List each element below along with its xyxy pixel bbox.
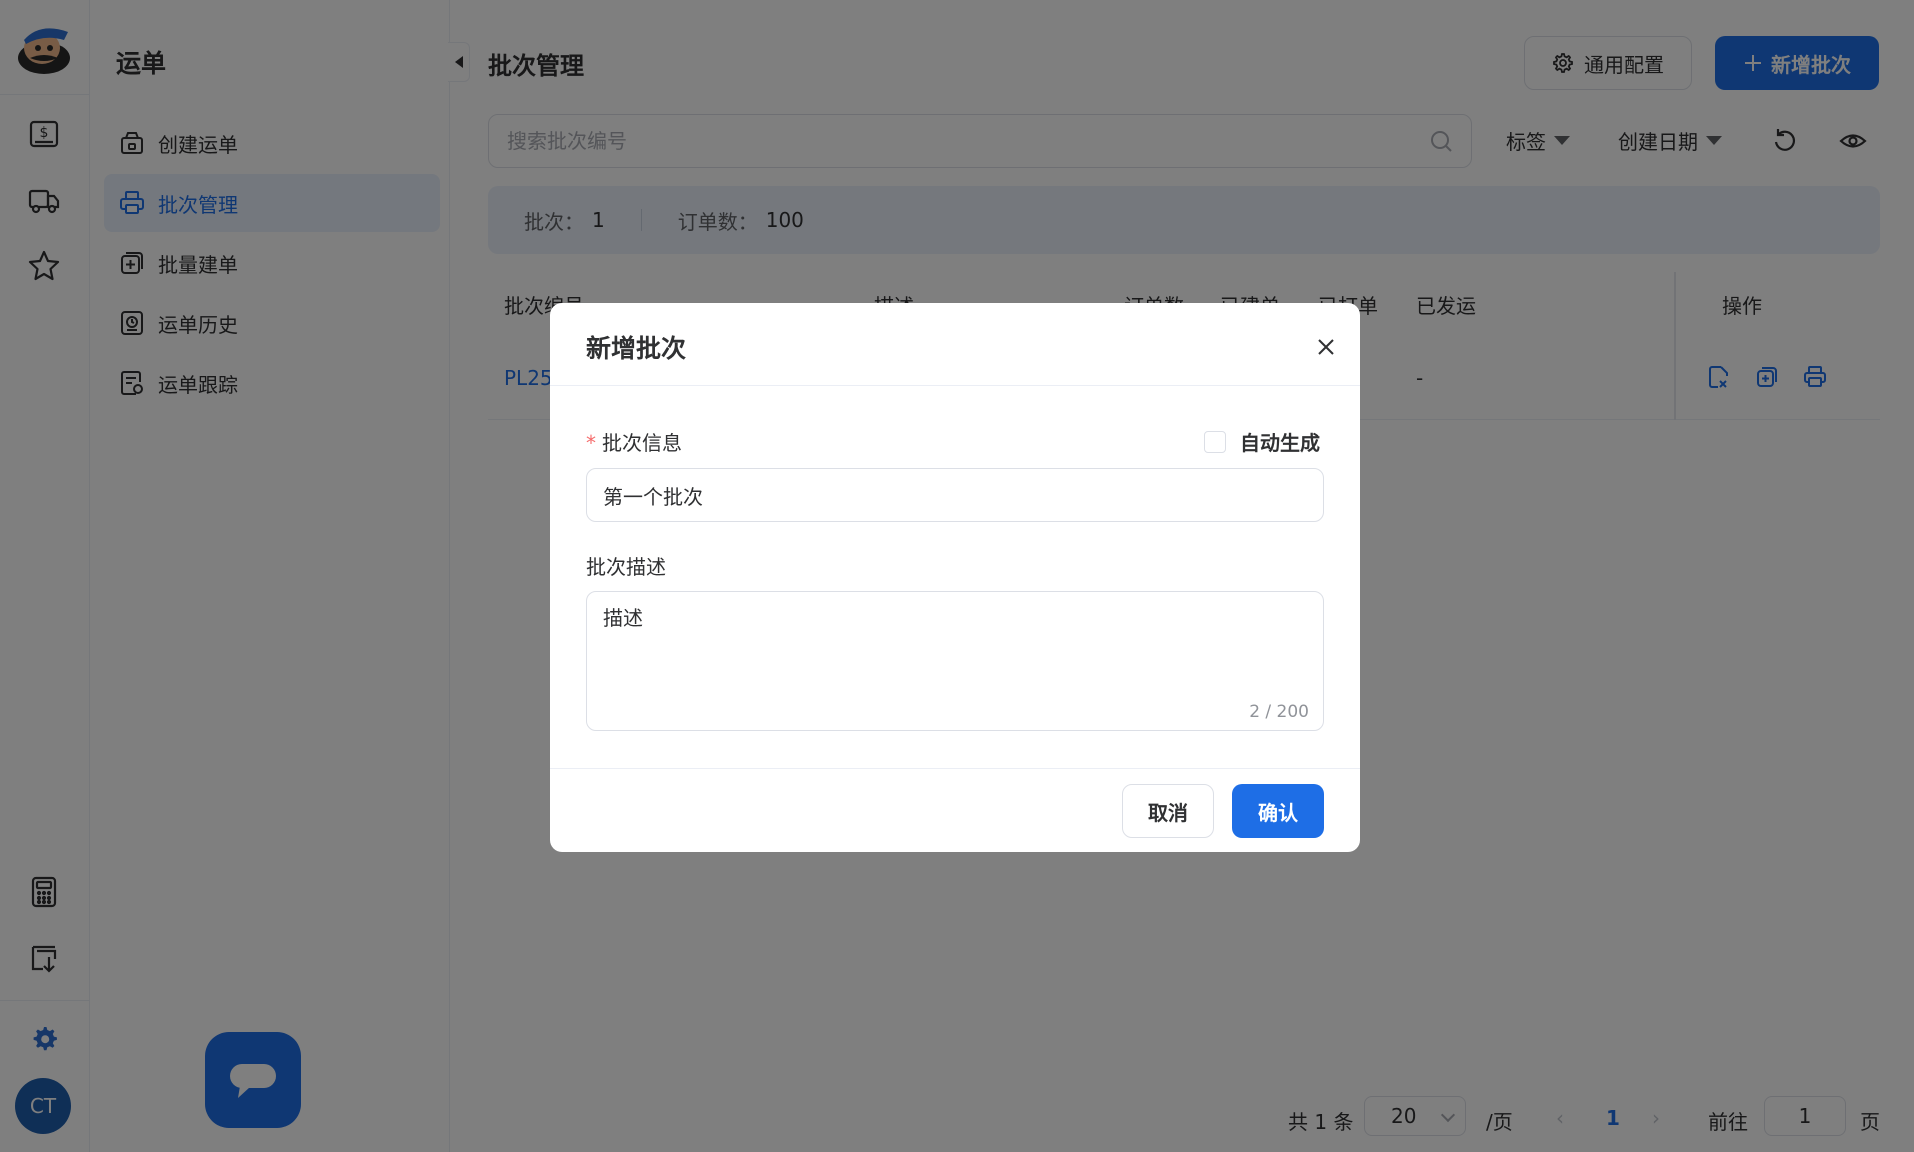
dialog-close-button[interactable] <box>1308 329 1344 365</box>
new-batch-dialog: 新增批次 * 批次信息 自动生成 第一个批次 批次描述 描述 2 / 200 取消… <box>550 303 1360 852</box>
required-mark: * <box>586 431 596 455</box>
dialog-title: 新增批次 <box>586 334 687 363</box>
batch-info-input[interactable]: 第一个批次 <box>586 468 1324 522</box>
dialog-header-divider <box>550 385 1360 386</box>
batch-desc-label: 批次描述 <box>586 555 666 579</box>
dialog-footer-divider <box>550 768 1360 769</box>
close-icon <box>1318 339 1334 355</box>
auto-generate-label: 自动生成 <box>1240 431 1320 455</box>
batch-desc-textarea[interactable]: 描述 2 / 200 <box>586 591 1324 731</box>
char-counter: 2 / 200 <box>1249 702 1309 722</box>
confirm-button[interactable]: 确认 <box>1232 784 1324 838</box>
auto-generate-checkbox[interactable] <box>1204 430 1226 453</box>
cancel-button[interactable]: 取消 <box>1122 784 1214 838</box>
batch-desc-value: 描述 <box>603 606 643 630</box>
batch-info-label-text: 批次信息 <box>602 431 682 455</box>
auto-generate-option[interactable]: 自动生成 <box>1204 427 1320 456</box>
batch-info-label: * 批次信息 <box>586 427 682 456</box>
